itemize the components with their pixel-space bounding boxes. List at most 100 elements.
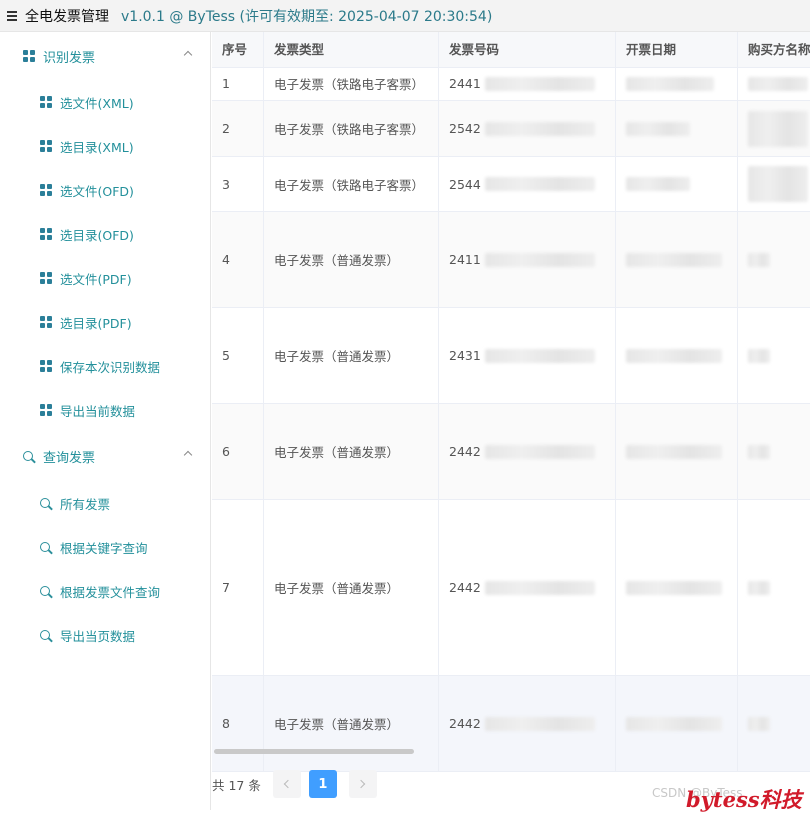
table-row[interactable]: 2 电子发票（铁路电子客票） 2542	[212, 101, 810, 157]
sidebar-item-label: 选文件(XML)	[60, 95, 134, 111]
group-query-invoices[interactable]: 查询发票	[0, 441, 211, 471]
sidebar-item-query-file[interactable]: 根据发票文件查询	[0, 576, 211, 606]
group-label: 识别发票	[43, 50, 96, 66]
search-icon	[40, 586, 50, 596]
sidebar-item-all-invoices[interactable]: 所有发票	[0, 488, 211, 518]
cell-type: 电子发票（普通发票）	[264, 404, 439, 499]
redacted-value	[748, 348, 770, 363]
cell-date	[616, 500, 738, 675]
table-row[interactable]: 8 电子发票（普通发票） 2442	[212, 676, 810, 772]
sidebar-item-label: 导出当前数据	[60, 403, 136, 419]
grid-icon	[40, 96, 52, 108]
sidebar-item-label: 保存本次识别数据	[60, 359, 161, 375]
redacted-value	[626, 444, 722, 459]
search-icon	[40, 542, 50, 552]
cell-date	[616, 404, 738, 499]
next-page-button[interactable]	[348, 770, 377, 798]
table-row[interactable]: 5 电子发票（普通发票） 2431	[212, 308, 810, 404]
cell-buyer	[738, 67, 810, 100]
cell-number: 2411	[439, 212, 616, 307]
group-label: 查询发票	[43, 450, 96, 466]
grid-icon	[40, 228, 52, 240]
chevron-up-icon[interactable]	[183, 450, 193, 460]
table-row[interactable]: 1 电子发票（铁路电子客票） 2441	[212, 67, 810, 101]
cell-type: 电子发票（铁路电子客票）	[264, 157, 439, 211]
invoice-number-prefix: 2442	[449, 716, 481, 731]
cell-buyer	[738, 308, 810, 403]
cell-date	[616, 157, 738, 211]
sidebar-item-label: 选目录(XML)	[60, 139, 134, 155]
cell-index: 2	[212, 101, 264, 156]
grid-icon	[40, 272, 52, 284]
redacted-value	[626, 348, 722, 363]
sidebar-item-select-file-xml[interactable]: 选文件(XML)	[0, 87, 211, 117]
invoice-number-prefix: 2431	[449, 348, 481, 363]
redacted-value	[748, 252, 770, 267]
column-header-type[interactable]: 发票类型	[264, 32, 439, 67]
sidebar-item-select-file-pdf[interactable]: 选文件(PDF)	[0, 263, 211, 293]
cell-number: 2442	[439, 500, 616, 675]
grid-icon	[40, 316, 52, 328]
sidebar-item-select-dir-ofd[interactable]: 选目录(OFD)	[0, 219, 211, 249]
redacted-value	[748, 716, 770, 731]
cell-buyer	[738, 101, 810, 156]
page-number-current[interactable]: 1	[308, 770, 337, 798]
redacted-value	[626, 76, 714, 91]
column-header-number[interactable]: 发票号码	[439, 32, 616, 67]
redacted-value	[748, 166, 808, 202]
table-row[interactable]: 4 电子发票（普通发票） 2411	[212, 212, 810, 308]
redacted-value	[484, 177, 595, 191]
invoice-number-prefix: 2442	[449, 444, 481, 459]
table-row[interactable]: 7 电子发票（普通发票） 2442	[212, 500, 810, 676]
cell-index: 4	[212, 212, 264, 307]
cell-type: 电子发票（普通发票）	[264, 676, 439, 771]
app-version: v1.0.1 @ ByTess (许可有效期至: 2025-04-07 20:3…	[121, 8, 493, 25]
sidebar-item-export-current[interactable]: 导出当前数据	[0, 395, 211, 425]
sidebar-item-label: 根据发票文件查询	[60, 584, 161, 600]
cell-index: 5	[212, 308, 264, 403]
redacted-value	[626, 177, 690, 191]
sidebar-item-select-dir-pdf[interactable]: 选目录(PDF)	[0, 307, 211, 337]
chevron-right-icon	[356, 779, 366, 789]
cell-buyer	[738, 676, 810, 771]
search-icon	[40, 498, 50, 508]
sidebar-item-label: 选目录(PDF)	[60, 315, 132, 331]
sidebar-item-query-keyword[interactable]: 根据关键字查询	[0, 532, 211, 562]
sidebar-item-label: 根据关键字查询	[60, 540, 148, 556]
cell-index: 3	[212, 157, 264, 211]
invoice-number-prefix: 2442	[449, 580, 481, 595]
cell-number: 2441	[439, 67, 616, 100]
sidebar-item-export-page[interactable]: 导出当页数据	[0, 620, 211, 650]
column-header-buyer[interactable]: 购买方名称	[738, 32, 810, 67]
table-row[interactable]: 3 电子发票（铁路电子客票） 2544	[212, 157, 810, 212]
invoice-table-area: 序号 发票类型 发票号码 开票日期 购买方名称 1 电子发票（铁路电子客票） 2…	[212, 32, 810, 810]
sidebar-item-label: 选文件(OFD)	[60, 183, 134, 199]
column-header-index[interactable]: 序号	[212, 32, 264, 67]
cell-type: 电子发票（铁路电子客票）	[264, 101, 439, 156]
grid-icon	[40, 184, 52, 196]
cell-date	[616, 676, 738, 771]
cell-type: 电子发票（普通发票）	[264, 308, 439, 403]
cell-type: 电子发票（铁路电子客票）	[264, 67, 439, 100]
menu-icon[interactable]	[7, 9, 17, 23]
column-header-date[interactable]: 开票日期	[616, 32, 738, 67]
horizontal-scrollbar[interactable]	[214, 749, 414, 754]
cell-buyer	[738, 212, 810, 307]
sidebar-item-label: 导出当页数据	[60, 628, 136, 644]
sidebar-item-select-file-ofd[interactable]: 选文件(OFD)	[0, 175, 211, 205]
cell-index: 8	[212, 676, 264, 771]
sidebar-item-save-recognition[interactable]: 保存本次识别数据	[0, 351, 211, 381]
redacted-value	[484, 121, 595, 136]
table-row[interactable]: 6 电子发票（普通发票） 2442	[212, 404, 810, 500]
cell-type: 电子发票（普通发票）	[264, 500, 439, 675]
group-recognize-invoices[interactable]: 识别发票	[0, 41, 211, 71]
cell-number: 2542	[439, 101, 616, 156]
chevron-up-icon[interactable]	[183, 50, 193, 60]
sidebar-item-select-dir-xml[interactable]: 选目录(XML)	[0, 131, 211, 161]
sidebar-item-label: 所有发票	[60, 496, 111, 512]
cell-date	[616, 212, 738, 307]
cell-number: 2544	[439, 157, 616, 211]
prev-page-button[interactable]	[272, 770, 301, 798]
invoice-number-prefix: 2441	[449, 76, 481, 91]
cell-index: 1	[212, 67, 264, 100]
